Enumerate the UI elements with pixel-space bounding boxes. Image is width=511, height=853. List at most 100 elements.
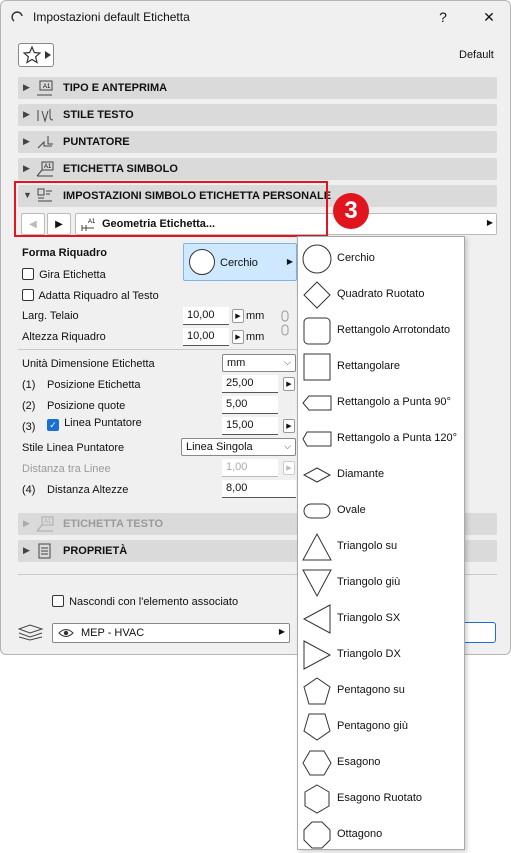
arrow-right-icon: ▶ <box>286 257 293 266</box>
default-label: Default <box>459 49 494 61</box>
unit-mm-label: mm <box>246 331 265 343</box>
altezza-stepper-button[interactable]: ▶ <box>232 330 244 344</box>
nascondi-label: Nascondi con l'elemento associato <box>69 596 239 608</box>
altezza-riquadro-label: Altezza Riquadro <box>22 331 106 343</box>
layer-value: MEP - HVAC <box>81 627 145 639</box>
panel-label: ETICHETTA TESTO <box>63 518 164 530</box>
stile-linea-value: Linea Singola <box>186 441 253 453</box>
shape-menu-item[interactable]: Rettangolo Arrotondato <box>298 313 466 349</box>
shape-selector-button[interactable]: Cerchio ▶ <box>183 243 297 281</box>
link-chain-icon[interactable] <box>279 309 291 339</box>
shape-menu-item[interactable]: Triangolo su <box>298 529 466 565</box>
oval-icon <box>303 503 331 519</box>
shape-menu-item[interactable]: Triangolo DX <box>298 637 466 673</box>
shape-menu-item[interactable]: Esagono Ruotato <box>298 781 466 817</box>
symbol-label-icon: A1 <box>36 161 54 177</box>
shape-menu-label: Triangolo DX <box>337 648 401 660</box>
adatta-checkbox-row[interactable]: Adatta Riquadro al Testo <box>22 289 159 304</box>
shape-menu-item[interactable]: Ovale <box>298 493 466 529</box>
rectangle-icon <box>303 353 331 381</box>
shape-menu-item[interactable]: Rettangolare <box>298 349 466 385</box>
expand-arrow-icon: ▶ <box>23 136 30 146</box>
gira-checkbox[interactable] <box>22 268 34 280</box>
distanza-altezze-field[interactable]: 8,00 <box>222 480 296 498</box>
properties-icon <box>38 543 51 559</box>
expand-arrow-icon: ▶ <box>23 518 30 528</box>
posizione-etichetta-field[interactable]: 25,00 <box>222 375 278 393</box>
expand-arrow-icon: ▶ <box>23 82 30 92</box>
linea-checkbox[interactable]: ✓ <box>47 419 59 431</box>
shape-menu-item[interactable]: Diamante <box>298 457 466 493</box>
expand-arrow-icon: ▶ <box>23 163 30 173</box>
shape-menu-item[interactable]: Esagono <box>298 745 466 781</box>
unita-select[interactable]: mm ⌵ <box>222 354 296 372</box>
shape-menu-item[interactable]: Quadrato Ruotato <box>298 277 466 313</box>
posizione-etichetta-stepper[interactable]: ▶ <box>283 377 295 391</box>
shape-menu-label: Cerchio <box>337 252 375 264</box>
shape-menu-item[interactable]: Pentagono su <box>298 673 466 709</box>
altezza-riquadro-field[interactable]: 10,00 <box>183 328 229 346</box>
larg-telaio-field[interactable]: 10,00 <box>183 307 229 325</box>
circle-icon <box>302 244 332 274</box>
shape-menu-label: Triangolo giù <box>337 576 401 588</box>
shape-menu-item[interactable]: Rettangolo a Punta 90° <box>298 385 466 421</box>
close-button[interactable]: ✕ <box>469 1 509 33</box>
gira-checkbox-row[interactable]: Gira Etichetta <box>22 268 106 283</box>
triangle-down-icon <box>302 569 332 598</box>
forma-riquadro-label: Forma Riquadro <box>22 247 107 259</box>
shape-menu-item[interactable]: Rettangolo a Punta 120° <box>298 421 466 457</box>
posizione-quote-label: Posizione quote <box>47 400 126 412</box>
shape-menu-item[interactable]: Cerchio <box>298 241 466 277</box>
text-label-icon: A1 <box>36 516 54 532</box>
shape-selected-label: Cerchio <box>220 257 258 269</box>
shape-menu-label: Pentagono su <box>337 684 405 696</box>
shape-menu-item[interactable]: Pentagono giù <box>298 709 466 745</box>
window-title: Impostazioni default Etichetta <box>33 10 190 24</box>
linea-checkbox-row[interactable]: ✓ Linea Puntatore <box>47 417 142 431</box>
linea-stepper[interactable]: ▶ <box>283 419 295 433</box>
preview-icon: A1 <box>37 80 53 96</box>
shape-menu-label: Ottagono <box>337 828 383 840</box>
nascondi-checkbox-row[interactable]: Nascondi con l'elemento associato <box>52 595 239 610</box>
linea-puntatore-field[interactable]: 15,00 <box>222 417 278 435</box>
svg-text:A1: A1 <box>44 519 52 525</box>
stile-linea-select[interactable]: Linea Singola ⌵ <box>181 438 296 456</box>
shape-menu-label: Quadrato Ruotato <box>337 288 425 300</box>
shape-menu-label: Rettangolo Arrotondato <box>337 324 451 336</box>
num-2: (2) <box>22 400 36 412</box>
diamond-icon <box>302 467 332 483</box>
shape-menu-label: Ovale <box>337 504 366 516</box>
octagon-icon <box>303 821 331 849</box>
layer-select[interactable]: MEP - HVAC ▶ <box>52 623 290 643</box>
posizione-etichetta-label: Posizione Etichetta <box>47 379 141 391</box>
shape-menu-item[interactable]: Triangolo SX <box>298 601 466 637</box>
panel-stile-testo[interactable]: ▶ STILE TESTO <box>18 104 497 126</box>
nascondi-checkbox[interactable] <box>52 595 64 607</box>
shape-menu-label: Esagono <box>337 756 381 768</box>
adatta-checkbox[interactable] <box>22 289 34 301</box>
favorites-button[interactable] <box>18 43 54 67</box>
distanza-linee-field: 1,00 <box>222 459 278 477</box>
num-4: (4) <box>22 484 36 496</box>
rounded-rect-icon <box>303 317 331 345</box>
circle-shape-icon <box>189 249 215 275</box>
adatta-label: Adatta Riquadro al Testo <box>38 290 159 302</box>
panel-puntatore[interactable]: ▶ PUNTATORE <box>18 131 497 153</box>
shape-menu-label: Rettangolo a Punta 90° <box>337 396 451 408</box>
svg-text:A1: A1 <box>43 84 51 90</box>
svg-text:A1: A1 <box>44 164 52 170</box>
shape-menu-label: Pentagono giù <box>337 720 408 732</box>
panel-tipo[interactable]: ▶ A1 TIPO E ANTEPRIMA <box>18 77 497 99</box>
arrow-right-icon: ▶ <box>486 218 493 227</box>
arrow-rect-90-icon <box>302 395 332 411</box>
shape-menu-label: Triangolo SX <box>337 612 401 624</box>
num-1: (1) <box>22 379 36 391</box>
panel-label: PROPRIETÀ <box>63 545 128 557</box>
shape-menu-item[interactable]: Ottagono <box>298 817 466 853</box>
shape-menu-item[interactable]: Triangolo giù <box>298 565 466 601</box>
posizione-quote-field[interactable]: 5,00 <box>222 396 278 414</box>
larg-stepper-button[interactable]: ▶ <box>232 309 244 323</box>
help-button[interactable]: ? <box>423 1 463 33</box>
distanza-altezze-label: Distanza Altezze <box>47 484 129 496</box>
panel-etichetta-simbolo[interactable]: ▶ A1 ETICHETTA SIMBOLO <box>18 158 497 180</box>
